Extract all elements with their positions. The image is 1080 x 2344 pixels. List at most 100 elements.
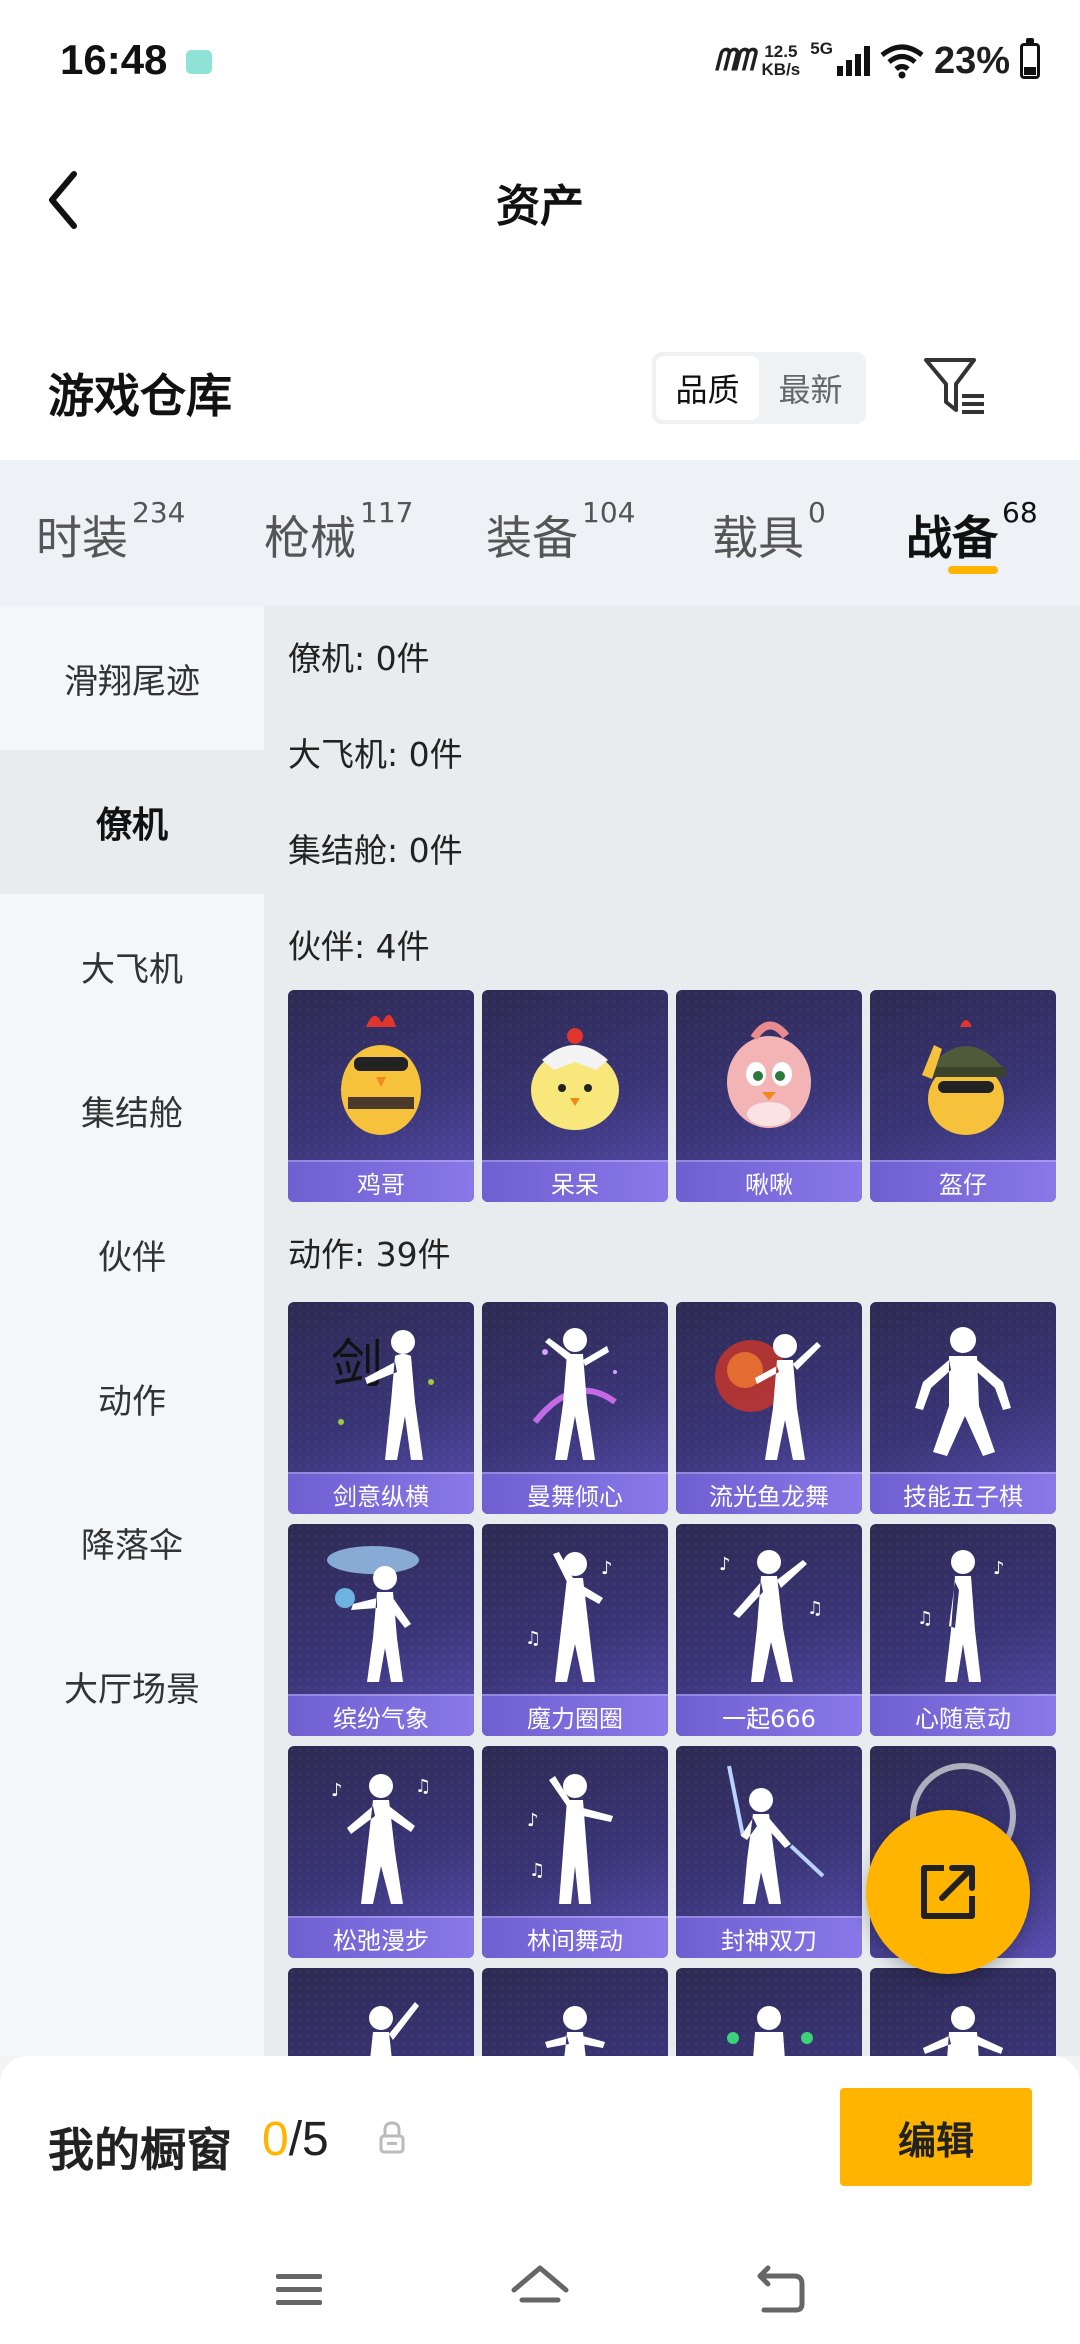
emote-name: 缤纷气象	[288, 1694, 474, 1736]
partner-name: 呆呆	[482, 1160, 668, 1202]
svg-text:♪: ♪	[993, 1558, 1005, 1579]
sidebar-item-glide-trail[interactable]: 滑翔尾迹	[0, 606, 264, 750]
emote-name: 林间舞动	[482, 1916, 668, 1958]
emote-card[interactable]: 技能五子棋	[870, 1302, 1056, 1514]
dancer-silhouette-icon	[482, 1302, 668, 1472]
tab-vehicles[interactable]: 载具 0	[712, 496, 826, 568]
system-nav-bar	[0, 2244, 1080, 2344]
dancer-silhouette-icon	[288, 1968, 474, 2056]
edit-button[interactable]: 编辑	[840, 2088, 1032, 2186]
partner-card[interactable]: 鸡哥	[288, 990, 474, 1202]
share-export-icon	[921, 1865, 975, 1919]
emote-card[interactable]	[870, 1968, 1056, 2056]
emote-card[interactable]	[482, 1968, 668, 2056]
chicken-partner-image	[288, 990, 474, 1160]
emote-name: 一起666	[676, 1694, 862, 1736]
back-nav-icon[interactable]	[750, 2260, 810, 2320]
sidebar: 滑翔尾迹 僚机 大飞机 集结舱 伙伴 动作 降落伞 大厅场景	[0, 606, 264, 2056]
emote-card[interactable]: 流光鱼龙舞	[676, 1302, 862, 1514]
emote-card[interactable]: 封神双刀	[676, 1746, 862, 1958]
sidebar-item-lobby-scene[interactable]: 大厅场景	[0, 1614, 264, 1758]
emote-card[interactable]: ♪ ♫ 心随意动	[870, 1524, 1056, 1736]
svg-text:♫: ♫	[525, 1628, 541, 1649]
emote-card[interactable]: 缤纷气象	[288, 1524, 474, 1736]
dancer-silhouette-icon	[482, 1968, 668, 2056]
lock-icon	[379, 2121, 405, 2154]
battery-icon	[1020, 38, 1040, 79]
wifi-icon	[880, 44, 924, 79]
svg-text:♫: ♫	[807, 1598, 823, 1619]
emote-name: 松弛漫步	[288, 1916, 474, 1958]
dancer-silhouette-icon	[870, 1968, 1056, 2056]
dancer-silhouette-icon: ♪ ♫	[288, 1746, 474, 1916]
dancer-silhouette-icon: 剑	[288, 1302, 474, 1472]
partner-card[interactable]: 啾啾	[676, 990, 862, 1202]
group-plane-count: 大飞机: 0件	[288, 735, 463, 774]
warehouse-title: 游戏仓库	[48, 369, 232, 423]
emote-card[interactable]: ♪ ♫ 魔力圈圈	[482, 1524, 668, 1736]
partner-name: 盔仔	[870, 1160, 1056, 1202]
sidebar-item-emote[interactable]: 动作	[0, 1326, 264, 1470]
page-title: 资产	[496, 181, 584, 232]
emote-name: 心随意动	[870, 1694, 1056, 1736]
partner-name: 鸡哥	[288, 1160, 474, 1202]
group-wingman-count: 僚机: 0件	[288, 639, 430, 678]
status-icons: ᗰᗰ 12.5 KB/s 5G 23%	[714, 36, 1040, 86]
status-bar: 16:48 ᗰᗰ 12.5 KB/s 5G 23%	[0, 0, 1080, 120]
emote-card[interactable]	[676, 1968, 862, 2056]
sort-quality-option[interactable]: 品质	[656, 356, 759, 420]
svg-text:♫: ♫	[917, 1608, 933, 1629]
network-speed: 12.5 KB/s	[761, 42, 801, 79]
emote-card[interactable]: ♪ ♫ 林间舞动	[482, 1746, 668, 1958]
emote-name: 曼舞倾心	[482, 1472, 668, 1514]
menu-icon[interactable]	[270, 2260, 330, 2320]
emote-card[interactable]	[288, 1968, 474, 2056]
emote-name: 魔力圈圈	[482, 1694, 668, 1736]
showcase-label: 我的橱窗	[48, 2123, 232, 2177]
partner-card[interactable]: 盔仔	[870, 990, 1056, 1202]
sidebar-item-parachute[interactable]: 降落伞	[0, 1470, 264, 1614]
emote-name: 剑意纵横	[288, 1472, 474, 1514]
dancer-silhouette-icon: ♪ ♫	[870, 1524, 1056, 1694]
carrier-logo-icon: ᗰᗰ	[714, 44, 754, 77]
dancer-silhouette-icon	[676, 1746, 862, 1916]
dancer-silhouette-icon	[676, 1968, 862, 2056]
battery-level: 23%	[933, 39, 1010, 82]
sidebar-item-wingman[interactable]: 僚机	[0, 750, 264, 894]
emote-card[interactable]: ♪ ♫ 松弛漫步	[288, 1746, 474, 1958]
emote-name: 封神双刀	[676, 1916, 862, 1958]
emote-card[interactable]: ♪ ♫ 一起666	[676, 1524, 862, 1736]
network-type: 5G	[810, 39, 833, 58]
tab-firearms[interactable]: 枪械 117	[264, 496, 413, 568]
sidebar-item-plane[interactable]: 大飞机	[0, 894, 264, 1038]
tab-equipment[interactable]: 装备 104	[486, 496, 635, 568]
emote-card[interactable]: 曼舞倾心	[482, 1302, 668, 1514]
sidebar-item-assembly-pod[interactable]: 集结舱	[0, 1038, 264, 1182]
sort-newest-option[interactable]: 最新	[759, 356, 862, 420]
dancer-silhouette-icon: ♪ ♫	[482, 1524, 668, 1694]
tab-supplies[interactable]: 战备 68	[906, 496, 1038, 568]
filter-icon[interactable]	[922, 354, 988, 420]
group-partner-count: 伙伴: 4件	[288, 927, 430, 966]
dancer-silhouette-icon: ♪ ♫	[482, 1746, 668, 1916]
screen: 16:48 ᗰᗰ 12.5 KB/s 5G 23% 资产 游戏仓库 品质 最新 …	[0, 0, 1080, 2344]
sort-toggle: 品质 最新	[652, 352, 866, 424]
sidebar-item-partner[interactable]: 伙伴	[0, 1182, 264, 1326]
emote-name: 技能五子棋	[870, 1472, 1056, 1514]
home-icon[interactable]	[510, 2260, 570, 2320]
tab-active-indicator	[948, 566, 998, 574]
dancer-silhouette-icon	[288, 1524, 474, 1694]
partner-card[interactable]: 呆呆	[482, 990, 668, 1202]
category-tabs: 时装 234 枪械 117 装备 104 载具 0 战备 68	[0, 460, 1080, 606]
tab-fashion[interactable]: 时装 234	[36, 496, 185, 568]
emote-card[interactable]: 剑 剑意纵横	[288, 1302, 474, 1514]
app-notification-icon	[186, 50, 212, 74]
dancer-silhouette-icon	[676, 1302, 862, 1472]
partner-name: 啾啾	[676, 1160, 862, 1202]
share-button[interactable]	[866, 1810, 1030, 1974]
dancer-silhouette-icon	[870, 1302, 1056, 1472]
svg-text:♪: ♪	[719, 1554, 731, 1575]
group-pod-count: 集结舱: 0件	[288, 831, 463, 870]
svg-text:剑: 剑	[331, 1335, 383, 1395]
svg-text:♪: ♪	[601, 1558, 613, 1579]
